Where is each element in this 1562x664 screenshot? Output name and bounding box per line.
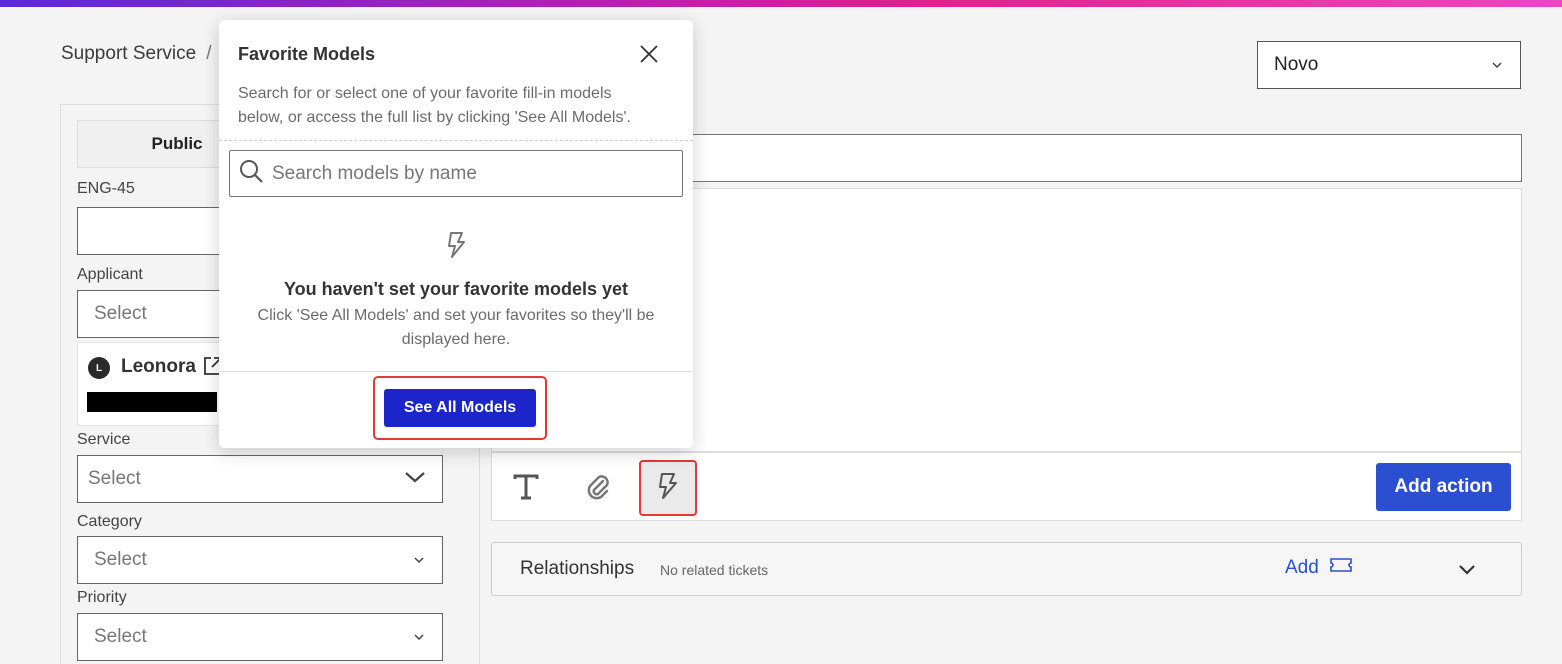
paperclip-icon[interactable] — [576, 465, 620, 509]
relationships-section: Relationships No related tickets Add — [491, 542, 1522, 596]
avatar: L — [88, 357, 110, 379]
category-label: Category — [77, 513, 142, 530]
model-search[interactable] — [229, 150, 683, 197]
status-value: Novo — [1274, 54, 1319, 75]
service-select[interactable]: Select — [77, 455, 443, 503]
chevron-down-icon — [412, 549, 426, 571]
chevron-down-icon[interactable] — [1456, 558, 1478, 585]
chevron-down-icon — [404, 468, 426, 490]
divider — [219, 140, 693, 141]
divider — [219, 371, 693, 372]
category-placeholder: Select — [94, 549, 147, 570]
favorite-models-popover: Favorite Models Search for or select one… — [219, 20, 693, 448]
search-icon — [238, 158, 264, 189]
lightning-icon — [654, 471, 682, 506]
breadcrumb-root[interactable]: Support Service — [61, 43, 196, 64]
applicant-label: Applicant — [77, 266, 143, 283]
ticket-icon — [1329, 556, 1353, 580]
priority-select[interactable]: Select — [77, 613, 443, 661]
priority-placeholder: Select — [94, 626, 147, 647]
applicant-placeholder: Select — [94, 303, 147, 324]
service-label: Service — [77, 431, 131, 448]
applicant-name: Leonora — [121, 356, 196, 377]
chevron-down-icon — [1490, 54, 1504, 76]
editor-toolbar: Add action — [491, 452, 1522, 521]
add-action-button[interactable]: Add action — [1376, 463, 1511, 511]
add-relationship-label: Add — [1285, 557, 1319, 578]
relationships-title: Relationships — [520, 558, 635, 579]
category-select[interactable]: Select — [77, 536, 443, 584]
status-select[interactable]: Novo — [1257, 41, 1521, 89]
add-relationship-button[interactable]: Add — [1285, 556, 1353, 580]
redacted-block — [87, 392, 217, 412]
favorite-models-button[interactable] — [639, 460, 697, 516]
chevron-down-icon — [412, 626, 426, 648]
breadcrumb: Support Service / — [61, 43, 211, 65]
relationships-subtitle: No related tickets — [660, 562, 769, 578]
search-input[interactable] — [272, 162, 672, 185]
service-placeholder: Select — [88, 468, 141, 489]
priority-label: Priority — [77, 589, 127, 606]
breadcrumb-separator: / — [206, 43, 212, 64]
lightning-icon — [444, 230, 470, 265]
empty-state-title: You haven't set your favorite models yet — [283, 279, 629, 299]
empty-state-description: Click 'See All Models' and set your favo… — [257, 307, 655, 348]
text-format-icon[interactable] — [504, 465, 548, 509]
close-icon[interactable] — [638, 43, 660, 70]
see-all-models-button[interactable]: See All Models — [384, 389, 536, 427]
popover-title: Favorite Models — [238, 44, 376, 64]
see-all-highlight: See All Models — [373, 376, 547, 440]
top-gradient-bar — [0, 0, 1562, 7]
ticket-id-label: ENG-45 — [77, 180, 135, 197]
popover-description: Search for or select one of your favorit… — [238, 85, 631, 126]
